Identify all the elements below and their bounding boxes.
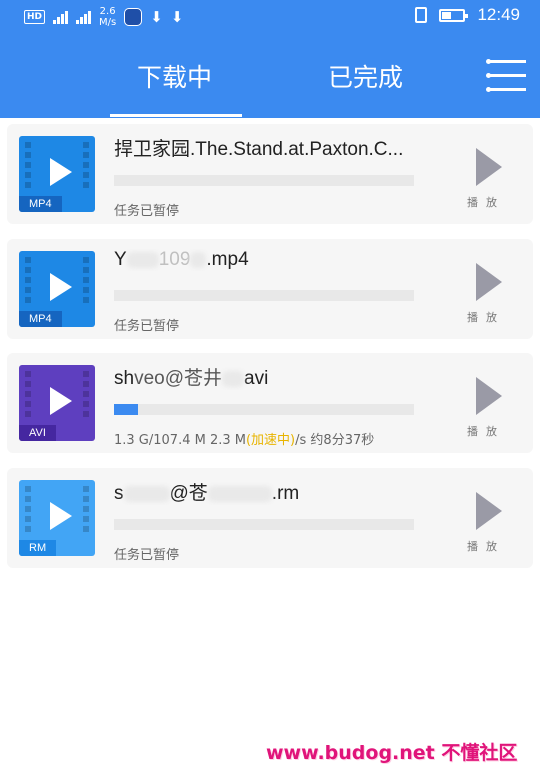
video-file-icon: RM — [19, 480, 95, 556]
file-name-prefix: Y — [114, 249, 127, 270]
redacted-text — [126, 251, 159, 268]
play-label: 播放 — [467, 425, 505, 438]
video-file-icon: MP4 — [19, 136, 95, 212]
play-icon — [476, 148, 502, 186]
file-ext-label: RM — [19, 540, 57, 556]
tab-downloading[interactable]: 下载中 — [137, 58, 212, 94]
file-name-suffix: .mp4 — [206, 249, 249, 270]
play-icon — [476, 492, 502, 530]
tab-completed[interactable]: 已完成 — [328, 58, 403, 94]
download-2-icon: ⬇ — [170, 8, 184, 26]
status-left: HD 2.6 M/s ⬇ ⬇ — [24, 6, 183, 28]
play-label: 播放 — [467, 540, 505, 553]
app-notification-icon — [124, 8, 143, 26]
download-speed-status: 1.3 G/107.4 M 2.3 M(加速中)/s 约8分37秒 — [114, 429, 374, 448]
play-button[interactable]: 播放 — [467, 492, 517, 553]
file-name-mid: veo@苍井 — [134, 368, 222, 389]
file-name: shveo@苍井 avi — [114, 363, 444, 390]
progress-bar — [114, 290, 414, 301]
status-right: 12:49 — [415, 5, 520, 25]
task-status: 任务已暂停 — [114, 548, 180, 563]
file-ext-label: MP4 — [19, 196, 62, 212]
battery-icon — [439, 8, 469, 22]
tab-header: 下载中 已完成 — [0, 34, 540, 118]
redacted-text — [207, 485, 272, 502]
download-item[interactable]: MP4 捍卫家园.The.Stand.at.Paxton.C... 任务已暂停 … — [7, 124, 533, 224]
file-name: 捍卫家园.The.Stand.at.Paxton.C... — [114, 139, 404, 160]
progress-bar — [114, 175, 414, 186]
file-name-prefix: sh — [114, 368, 135, 389]
status-eta: /s 约8分37秒 — [295, 433, 375, 448]
play-label: 播放 — [467, 311, 505, 324]
task-status: 任务已暂停 — [114, 319, 180, 334]
watermark: www.budog.net 不懂社区 — [266, 742, 518, 764]
hd-badge: HD — [24, 10, 46, 24]
menu-icon[interactable] — [486, 58, 526, 94]
play-label: 播放 — [467, 196, 505, 209]
redacted-text — [190, 251, 207, 268]
file-name: Y 109 .mp4 — [114, 249, 444, 271]
play-icon — [476, 377, 502, 415]
file-name-suffix: .rm — [271, 483, 300, 504]
download-icon: ⬇ — [150, 8, 163, 26]
net-speed-value: 2.6 — [99, 6, 116, 17]
progress-fill — [114, 404, 138, 415]
video-file-icon: MP4 — [19, 251, 95, 327]
cell-signal-2-icon — [76, 10, 92, 24]
download-list: MP4 捍卫家园.The.Stand.at.Paxton.C... 任务已暂停 … — [0, 118, 540, 774]
file-name-suffix: avi — [244, 368, 269, 389]
download-item[interactable]: AVI shveo@苍井 avi 1.3 G/107.4 M 2.3 M(加速中)… — [7, 353, 533, 453]
boost-label: (加速中) — [245, 433, 296, 448]
redacted-text — [123, 485, 170, 502]
redacted-text — [222, 370, 244, 387]
file-name-mid: @苍 — [169, 483, 208, 504]
download-item[interactable]: MP4 Y 109 .mp4 任务已暂停 播放 — [7, 239, 533, 339]
play-button[interactable]: 播放 — [467, 263, 517, 324]
play-icon — [476, 263, 502, 301]
play-button[interactable]: 播放 — [467, 148, 517, 209]
download-item[interactable]: RM s @苍 .rm 任务已暂停 播放 — [7, 468, 533, 568]
active-tab-indicator — [110, 114, 242, 117]
cell-signal-icon — [53, 10, 69, 24]
video-file-icon: AVI — [19, 365, 95, 441]
task-status: 任务已暂停 — [114, 204, 180, 219]
file-name: s @苍 .rm — [114, 478, 444, 505]
net-speed: 2.6 M/s — [99, 6, 116, 28]
file-name-mid: 109 — [158, 249, 191, 270]
file-name-prefix: s — [114, 483, 124, 504]
clock: 12:49 — [477, 5, 520, 24]
net-speed-unit: M/s — [99, 17, 117, 28]
status-bar: HD 2.6 M/s ⬇ ⬇ 12:49 — [0, 0, 540, 34]
play-button[interactable]: 播放 — [467, 377, 517, 438]
status-size-speed: 1.3 G/107.4 M 2.3 M — [114, 433, 246, 448]
progress-bar — [114, 404, 414, 415]
vibrate-icon — [415, 7, 428, 23]
file-ext-label: MP4 — [19, 311, 62, 327]
file-ext-label: AVI — [19, 425, 56, 441]
progress-bar — [114, 519, 414, 530]
